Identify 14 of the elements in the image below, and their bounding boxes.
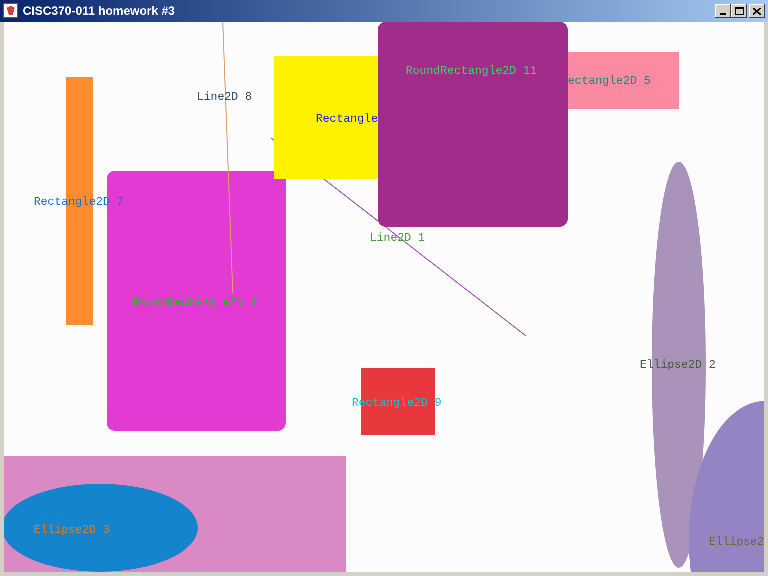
shape-label: Ellipse2 <box>709 536 764 549</box>
shape-label: ectangle2D 5 <box>568 75 651 88</box>
shape-label: RoundRectangle2D 11 <box>406 65 538 78</box>
maximize-button[interactable] <box>731 4 747 18</box>
minimize-icon <box>720 13 726 15</box>
maximize-icon <box>734 7 744 15</box>
shape-label: Ellipse2D 3 <box>34 524 110 537</box>
shape-label: RoundRectangle2D 4 <box>133 297 258 310</box>
close-icon <box>753 8 761 14</box>
window-title: CISC370-011 homework #3 <box>23 3 176 20</box>
app-icon <box>3 3 19 19</box>
minimize-button[interactable] <box>715 4 731 18</box>
close-button[interactable] <box>749 4 765 18</box>
shape-label: Rectangle <box>316 113 378 126</box>
